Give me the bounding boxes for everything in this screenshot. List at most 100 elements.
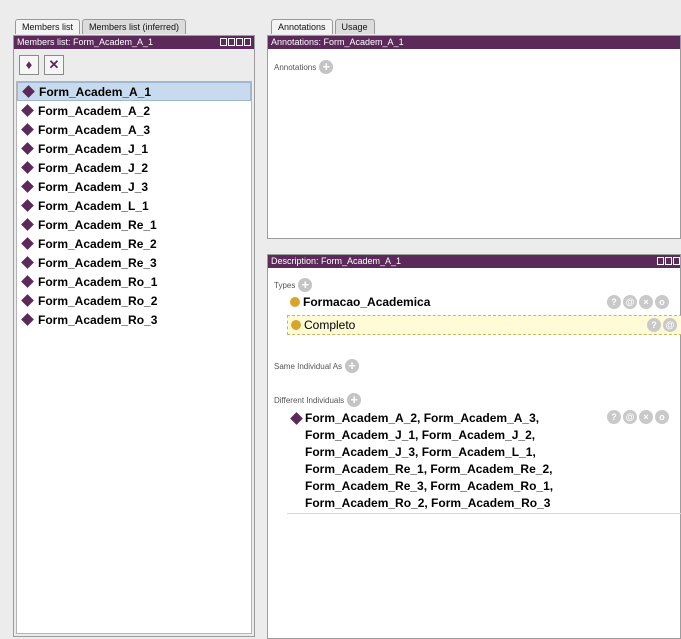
type-row-2-actions: ? @ xyxy=(647,318,677,332)
type-name: Formacao_Academica xyxy=(303,295,431,309)
tab-members-list-inferred[interactable]: Members list (inferred) xyxy=(82,19,187,34)
close-icon[interactable] xyxy=(244,38,251,46)
list-item[interactable]: Form_Academ_A_2 xyxy=(17,101,251,120)
pin-icon[interactable] xyxy=(657,257,664,265)
list-item[interactable]: Form_Academ_Ro_3 xyxy=(17,310,251,329)
different-individuals-value[interactable]: Form_Academ_A_2, Form_Academ_A_3, Form_A… xyxy=(305,410,553,512)
members-list-panel: Members list: Form_Academ_A_1 ♦ ✕ Form_A… xyxy=(13,35,255,637)
add-individual-button[interactable]: ♦ xyxy=(19,54,39,75)
individual-icon xyxy=(290,412,303,425)
add-same-individual-icon[interactable]: + xyxy=(345,359,360,373)
list-item-label: Form_Academ_L_1 xyxy=(38,198,149,213)
edit-icon[interactable]: o xyxy=(655,295,669,309)
panel-window-controls xyxy=(220,38,251,46)
list-item-label: Form_Academ_J_1 xyxy=(38,141,149,156)
help-icon[interactable]: ? xyxy=(647,318,661,332)
types-section: Types + xyxy=(274,278,313,292)
delete-individual-button[interactable]: ✕ xyxy=(44,54,64,75)
tab-annotations[interactable]: Annotations xyxy=(271,19,333,34)
list-item[interactable]: Form_Academ_J_1 xyxy=(17,139,251,158)
members-title-text: Members list: Form_Academ_A_1 xyxy=(17,37,154,47)
help-icon[interactable]: ? xyxy=(607,410,621,424)
individual-icon xyxy=(21,180,34,193)
delete-individual-icon: ✕ xyxy=(48,56,60,72)
maximize-icon[interactable] xyxy=(673,257,680,265)
tab-members-list[interactable]: Members list xyxy=(15,19,81,34)
remove-icon[interactable]: × xyxy=(639,295,653,309)
list-item[interactable]: Form_Academ_A_3 xyxy=(17,120,251,139)
individual-icon xyxy=(22,85,35,98)
list-item[interactable]: Form_Academ_L_1 xyxy=(17,196,251,215)
list-item[interactable]: Form_Academ_J_3 xyxy=(17,177,251,196)
annotations-section: Annotations + xyxy=(274,60,334,74)
members-panel-title: Members list: Form_Academ_A_1 xyxy=(14,36,254,49)
same-individual-label: Same Individual As xyxy=(274,361,343,371)
help-icon[interactable]: ? xyxy=(607,295,621,309)
list-item-label: Form_Academ_A_1 xyxy=(39,84,152,99)
add-individual-icon: ♦ xyxy=(25,57,33,72)
individual-icon xyxy=(21,161,34,174)
different-individuals-label: Different Individuals xyxy=(274,395,345,405)
maximize-icon[interactable] xyxy=(236,38,243,46)
members-list: Form_Academ_A_1 Form_Academ_A_2 Form_Acade… xyxy=(16,81,252,634)
remove-icon[interactable]: × xyxy=(639,410,653,424)
list-item-label: Form_Academ_Re_2 xyxy=(38,236,157,251)
list-item-label: Form_Academ_Ro_2 xyxy=(38,293,158,308)
list-item[interactable]: Form_Academ_Ro_2 xyxy=(17,291,251,310)
description-panel-title: Description: Form_Academ_A_1 xyxy=(268,255,680,268)
list-item[interactable]: Form_Academ_J_2 xyxy=(17,158,251,177)
list-item[interactable]: Form_Academ_A_1 xyxy=(17,82,251,101)
list-item[interactable]: Form_Academ_Re_1 xyxy=(17,215,251,234)
minimize-icon[interactable] xyxy=(665,257,672,265)
class-icon xyxy=(290,297,300,307)
annotate-icon[interactable]: @ xyxy=(663,318,677,332)
individual-icon xyxy=(21,199,34,212)
list-item-label: Form_Academ_Ro_1 xyxy=(38,274,158,289)
individual-icon xyxy=(21,104,34,117)
type-row-2[interactable]: Completo xyxy=(291,318,355,332)
list-item[interactable]: Form_Academ_Ro_1 xyxy=(17,272,251,291)
list-item-label: Form_Academ_A_3 xyxy=(38,122,151,137)
individual-icon xyxy=(21,313,34,326)
type-row-1-actions: ? @ × o xyxy=(607,295,669,309)
individual-icon xyxy=(21,294,34,307)
minimize-icon[interactable] xyxy=(228,38,235,46)
add-annotation-icon[interactable]: + xyxy=(319,60,334,74)
different-row-actions: ? @ × o xyxy=(607,410,669,424)
individual-icon xyxy=(21,218,34,231)
different-individuals-section: Different Individuals + xyxy=(274,393,362,407)
list-item-label: Form_Academ_A_2 xyxy=(38,103,151,118)
right-tab-bar: Annotations Usage xyxy=(271,19,375,34)
list-item-label: Form_Academ_Re_1 xyxy=(38,217,157,232)
annotate-icon[interactable]: @ xyxy=(623,410,637,424)
edit-icon[interactable]: o xyxy=(655,410,669,424)
annotations-panel-title: Annotations: Form_Academ_A_1 xyxy=(268,36,680,49)
individual-icon xyxy=(21,275,34,288)
annotations-panel: Annotations: Form_Academ_A_1 Annotations… xyxy=(267,35,681,239)
list-item-label: Form_Academ_J_2 xyxy=(38,160,149,175)
class-icon xyxy=(291,320,301,330)
add-different-individual-icon[interactable]: + xyxy=(347,393,362,407)
list-item-label: Form_Academ_J_3 xyxy=(38,179,149,194)
description-title-text: Description: Form_Academ_A_1 xyxy=(271,256,402,266)
description-panel: Description: Form_Academ_A_1 Types + For… xyxy=(267,254,681,639)
types-label: Types xyxy=(274,280,296,290)
list-item[interactable]: Form_Academ_Re_2 xyxy=(17,234,251,253)
left-tab-bar: Members list Members list (inferred) xyxy=(15,19,187,34)
members-toolbar: ♦ ✕ xyxy=(14,49,254,80)
annotations-label: Annotations xyxy=(274,62,317,72)
annotate-icon[interactable]: @ xyxy=(623,295,637,309)
individual-icon xyxy=(21,142,34,155)
same-individual-section: Same Individual As + xyxy=(274,359,360,373)
pin-icon[interactable] xyxy=(220,38,227,46)
individual-icon xyxy=(21,123,34,136)
annotations-title-text: Annotations: Form_Academ_A_1 xyxy=(271,37,404,47)
tab-usage[interactable]: Usage xyxy=(334,19,375,34)
add-type-icon[interactable]: + xyxy=(298,278,313,292)
type-name: Completo xyxy=(304,318,356,332)
list-item-label: Form_Academ_Ro_3 xyxy=(38,312,158,327)
divider xyxy=(287,513,681,514)
individual-icon xyxy=(21,237,34,250)
list-item[interactable]: Form_Academ_Re_3 xyxy=(17,253,251,272)
type-row-1[interactable]: Formacao_Academica xyxy=(290,295,430,309)
